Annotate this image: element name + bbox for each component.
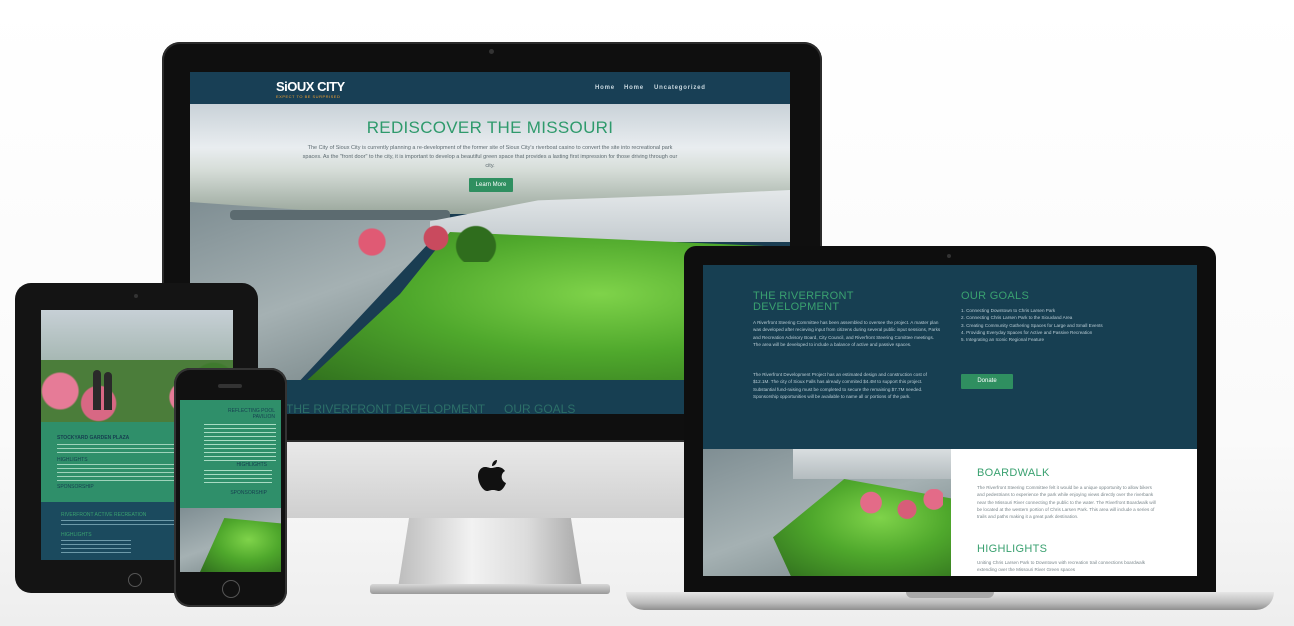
active-highlights-title: HIGHLIGHTS xyxy=(61,532,92,538)
hero-title: REDISCOVER THE MISSOURI xyxy=(366,118,614,137)
pavilion-sponsorship-title: SPONSORSHIP xyxy=(230,490,267,496)
highlights-title: HIGHLIGHTS xyxy=(977,543,1048,555)
pavilion-highlights-title: HIGHLIGHTS xyxy=(236,462,267,468)
imac-stand xyxy=(398,518,582,588)
phone-speaker xyxy=(218,384,242,388)
tablet-home-button xyxy=(128,573,142,587)
boardwalk-image xyxy=(703,449,951,576)
peek-goals-title: OUR GOALS xyxy=(504,402,576,414)
garden-highlights-title: HIGHLIGHTS xyxy=(57,457,88,463)
hero-description: The City of Sioux City is currently plan… xyxy=(302,145,678,169)
phone-screen: REFLECTING POOL PAVILION HIGHLIGHTS SPON… xyxy=(180,400,281,572)
person-silhouette xyxy=(93,370,101,410)
pavilion-text xyxy=(204,424,276,462)
phone-park-image xyxy=(180,508,281,572)
goals-list: 1. Connecting Downtown to Chris Larsen P… xyxy=(961,307,1161,343)
riverfront-paragraph-1: A Riverfront Steering Committee has been… xyxy=(753,320,941,347)
nav-home[interactable]: Home xyxy=(595,85,615,91)
site-header: SiOUX CITY EXPECT TO BE SURPRISED Home H… xyxy=(190,72,790,104)
active-recreation-title: RIVERFRONT ACTIVE RECREATION xyxy=(61,512,147,518)
goal-item: 5. Integrating an Iconic Regional Featur… xyxy=(961,337,1044,343)
highlights-text: Uniting Chris Larsen Park to Downtown wi… xyxy=(977,560,1146,573)
boardwalk-flowers xyxy=(853,489,943,523)
goal-item: 4. Providing Everyday Spaces for Active … xyxy=(961,329,1093,335)
pavilion-highlights-text xyxy=(204,470,272,486)
donate-button[interactable]: Donate xyxy=(961,374,1013,389)
phone-home-button xyxy=(222,580,240,598)
garden-sponsorship-title: SPONSORSHIP xyxy=(57,484,94,490)
goal-item: 3. Creating Community Gathering Spaces f… xyxy=(961,322,1103,328)
boardwalk-title: BOARDWALK xyxy=(977,467,1050,479)
riverfront-paragraph-2: The Riverfront Development Project has a… xyxy=(753,372,927,399)
laptop-notch xyxy=(906,592,994,598)
boardwalk-text: The Riverfront Steering Committee felt i… xyxy=(977,485,1156,520)
garden-plaza-title: STOCKYARD GARDEN PLAZA xyxy=(57,435,130,441)
riverfront-title: THE RIVERFRONT DEVELOPMENT xyxy=(753,290,854,313)
peek-riverfront-title: THE RIVERFRONT DEVELOPMENT xyxy=(286,402,486,414)
laptop-camera xyxy=(947,254,951,258)
active-highlights-text xyxy=(61,540,131,556)
site-logo[interactable]: SiOUX CITY EXPECT TO BE SURPRISED xyxy=(276,79,345,99)
logo-text: SiOUX CITY xyxy=(276,79,345,94)
goal-item: 1. Connecting Downtown to Chris Larsen P… xyxy=(961,308,1056,313)
imac-stand-base xyxy=(370,584,610,594)
logo-tagline: EXPECT TO BE SURPRISED xyxy=(276,94,341,99)
imac-camera xyxy=(489,49,494,54)
goals-title: OUR GOALS xyxy=(961,290,1030,302)
phone-park-lawn xyxy=(200,518,281,572)
boardwalk-buildings xyxy=(793,449,951,479)
hero-flowers xyxy=(340,222,500,262)
nav-home-2[interactable]: Home xyxy=(624,85,644,91)
goal-item: 2. Connecting Chris Larsen Park to the S… xyxy=(961,315,1073,321)
tablet-camera xyxy=(134,294,138,298)
apple-logo-icon xyxy=(478,460,506,491)
pavilion-title: REFLECTING POOL PAVILION xyxy=(228,408,275,420)
hero-bridge xyxy=(230,210,450,220)
laptop-screen: THE RIVERFRONT DEVELOPMENT A Riverfront … xyxy=(703,265,1197,576)
nav-uncategorized[interactable]: Uncategorized xyxy=(654,85,706,91)
learn-more-button[interactable]: Learn More xyxy=(469,178,513,192)
riverfront-section: THE RIVERFRONT DEVELOPMENT A Riverfront … xyxy=(703,265,1197,449)
person-silhouette xyxy=(104,372,112,410)
